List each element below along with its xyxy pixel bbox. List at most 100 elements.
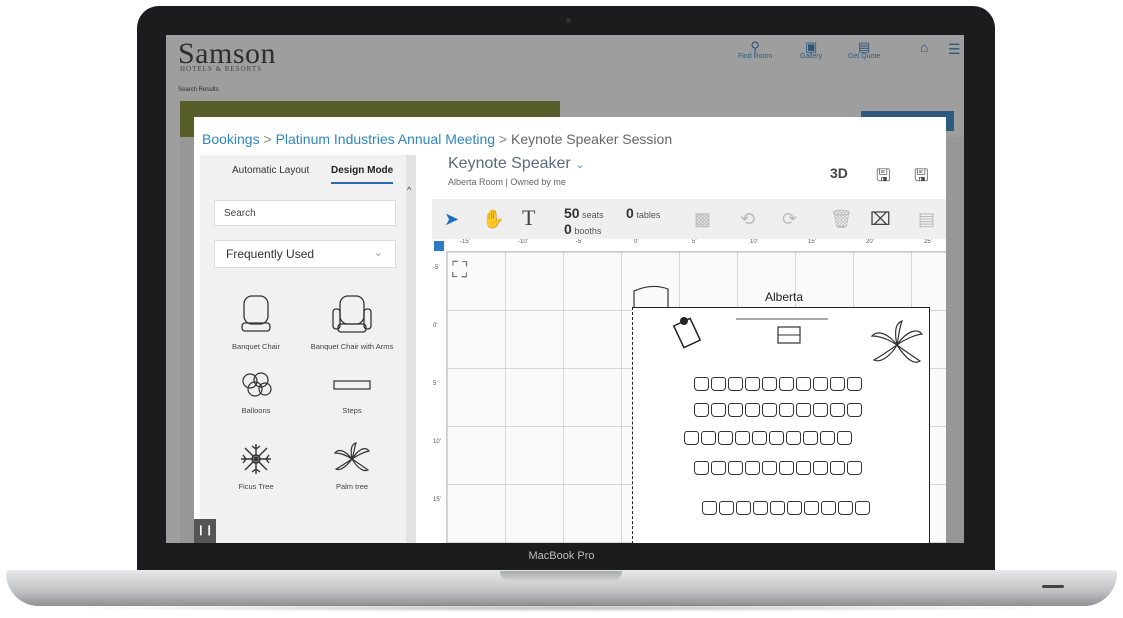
rotate-left-icon[interactable]: ⟲ (740, 209, 755, 230)
chair[interactable] (694, 403, 709, 417)
chair[interactable] (718, 431, 733, 445)
chair[interactable] (728, 377, 743, 391)
text-icon[interactable]: T (522, 205, 535, 231)
chair[interactable] (694, 377, 709, 391)
chair-row[interactable] (694, 377, 862, 391)
object-ficus-tree[interactable]: Ficus Tree (204, 439, 308, 491)
chair[interactable] (847, 461, 862, 475)
chair[interactable] (728, 461, 743, 475)
object-label: Ficus Tree (238, 482, 274, 491)
breadcrumb-current: Keynote Speaker Session (511, 131, 673, 147)
chair[interactable] (753, 501, 768, 515)
chair[interactable] (684, 431, 699, 445)
chair[interactable] (762, 461, 777, 475)
chevron-down-icon[interactable]: ⌄ (575, 159, 584, 171)
chair[interactable] (847, 403, 862, 417)
group-icon[interactable]: ▩ (694, 209, 711, 230)
category-dropdown[interactable]: Frequently Used ⌄ (214, 240, 396, 268)
ruler-corner[interactable] (434, 241, 444, 251)
3d-view-icon[interactable]: 3D (830, 165, 848, 181)
chair[interactable] (855, 501, 870, 515)
object-palm-tree[interactable]: Palm tree (300, 439, 404, 491)
sidebar-scrollbar[interactable] (406, 155, 416, 543)
chair[interactable] (779, 377, 794, 391)
chair[interactable] (796, 461, 811, 475)
object-steps[interactable]: Steps (300, 367, 404, 415)
chair[interactable] (804, 501, 819, 515)
object-banquet-chair-arms[interactable]: Banquet Chair with Arms (300, 291, 404, 351)
chair[interactable] (745, 461, 760, 475)
chair[interactable] (769, 431, 784, 445)
search-input[interactable]: Search (214, 200, 396, 226)
tab-automatic-layout[interactable]: Automatic Layout (232, 165, 309, 176)
align-icon[interactable]: ▤ (918, 209, 935, 230)
chair[interactable] (719, 501, 734, 515)
breadcrumb-event[interactable]: Platinum Industries Annual Meeting (276, 131, 495, 147)
chair[interactable] (813, 377, 828, 391)
screen: Samson HOTELS & RESORTS ⚲ Find Room ▣ Ga… (166, 35, 964, 543)
rotate-right-icon[interactable]: ⟳ (782, 209, 797, 230)
chair[interactable] (735, 431, 750, 445)
chair[interactable] (779, 461, 794, 475)
object-label: Steps (342, 406, 362, 415)
chair[interactable] (702, 501, 717, 515)
palm-tree-object[interactable] (868, 317, 926, 373)
chair[interactable] (821, 501, 836, 515)
chair-row[interactable] (684, 431, 852, 445)
chair[interactable] (847, 377, 862, 391)
toggle-sidebar-button[interactable]: ❙❙ (194, 519, 216, 543)
chair[interactable] (770, 501, 785, 515)
fit-to-screen-icon[interactable]: ⛶ (452, 257, 467, 283)
pan-icon[interactable]: ✋ (482, 209, 504, 230)
chair[interactable] (745, 377, 760, 391)
design-modal: Bookings > Platinum Industries Annual Me… (194, 117, 946, 543)
layout-title-text: Keynote Speaker (448, 155, 571, 172)
chair[interactable] (837, 431, 852, 445)
booth-count: 0 booths (564, 221, 601, 237)
chair[interactable] (786, 431, 801, 445)
chair[interactable] (820, 431, 835, 445)
dropdown-value: Frequently Used (226, 247, 315, 261)
stage[interactable] (732, 313, 832, 353)
chair[interactable] (830, 461, 845, 475)
save-as-icon[interactable]: 🖫 (914, 163, 928, 192)
chair-row[interactable] (694, 403, 862, 417)
chair[interactable] (787, 501, 802, 515)
chair[interactable] (701, 431, 716, 445)
clear-icon[interactable]: ⌧ (870, 209, 891, 230)
chair[interactable] (762, 403, 777, 417)
lectern[interactable] (672, 315, 702, 349)
chair[interactable] (830, 377, 845, 391)
chair[interactable] (813, 403, 828, 417)
chair[interactable] (779, 403, 794, 417)
chair[interactable] (711, 461, 726, 475)
breadcrumb-bookings[interactable]: Bookings (202, 131, 260, 147)
chair[interactable] (736, 501, 751, 515)
chair-row[interactable] (702, 501, 870, 515)
chair[interactable] (803, 431, 818, 445)
select-icon[interactable]: ➤ (444, 209, 459, 230)
tab-design-mode[interactable]: Design Mode (331, 165, 394, 184)
chair[interactable] (838, 501, 853, 515)
chair[interactable] (796, 377, 811, 391)
floorplan-canvas[interactable]: -15' -10' -5' 0' 5' 10' 15' 20' 25' -5' … (432, 239, 946, 543)
chair[interactable] (830, 403, 845, 417)
chair-row[interactable] (694, 461, 862, 475)
object-balloons[interactable]: Balloons (204, 367, 308, 415)
ruler-tick: 25' (924, 239, 932, 245)
chair[interactable] (728, 403, 743, 417)
chair[interactable] (796, 403, 811, 417)
delete-icon[interactable]: 🗑 (830, 209, 853, 230)
chair[interactable] (752, 431, 767, 445)
ruler-tick: 20' (866, 239, 874, 245)
chair[interactable] (813, 461, 828, 475)
chair[interactable] (762, 377, 777, 391)
chair[interactable] (711, 377, 726, 391)
chair[interactable] (711, 403, 726, 417)
layout-title[interactable]: Keynote Speaker ⌄ (448, 155, 584, 173)
chair[interactable] (745, 403, 760, 417)
save-icon[interactable]: 🖫 (876, 163, 890, 192)
scroll-up-icon[interactable]: ^ (407, 185, 411, 195)
object-banquet-chair[interactable]: Banquet Chair (204, 291, 308, 351)
chair[interactable] (694, 461, 709, 475)
